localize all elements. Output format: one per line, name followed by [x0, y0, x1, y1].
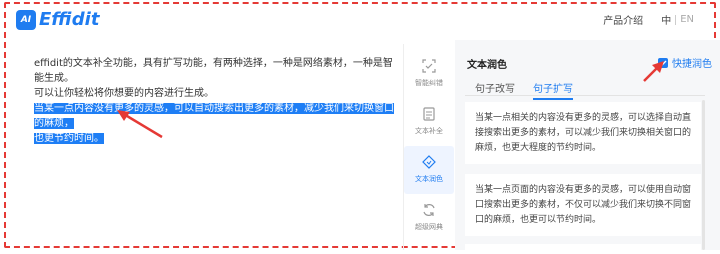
- tab-rewrite[interactable]: 句子改写: [475, 80, 515, 100]
- quick-polish-toggle[interactable]: 快捷润色: [658, 55, 712, 70]
- tool-text-complete[interactable]: 文本补全: [404, 98, 454, 146]
- tool-smart-correct[interactable]: 智能纠错: [404, 50, 454, 98]
- lang-divider: [675, 14, 677, 25]
- refresh-icon: [420, 202, 438, 218]
- lang-zh-button[interactable]: 中: [661, 12, 671, 27]
- top-nav: 产品介绍 中 EN: [587, 12, 694, 27]
- scan-check-icon: [420, 58, 438, 74]
- logo-badge: AI: [16, 9, 36, 30]
- polish-panel: 文本润色 快捷润色 句子改写 句子扩写 当某一点相关的内容没有更多的灵感，可以选…: [455, 40, 720, 254]
- logo[interactable]: AI Effidit: [16, 9, 99, 30]
- text-editor[interactable]: effidit的文本补全功能，具有扩写功能，有两种选择，一种是网络素材，一种是智…: [34, 56, 394, 146]
- tool-sidebar: 智能纠错 文本补全 文本润色 超级网典: [404, 50, 454, 242]
- top-header: AI Effidit 产品介绍 中 EN: [0, 0, 720, 38]
- tool-label: 超级网典: [415, 223, 443, 231]
- selected-text: 也更节约时间。: [34, 133, 104, 144]
- nav-product-intro[interactable]: 产品介绍: [603, 12, 643, 27]
- editor-line: 可以让你轻松将你想要的内容进行生成。: [34, 88, 214, 99]
- result-card[interactable]: 当某一点页面的内容没有更多的灵感，可以使用自动窗口搜索出更多的素材，不仅可以减少…: [465, 174, 701, 236]
- editor-line: effidit的文本补全功能，具有扩写功能，有两种选择，一种是网络素材，一种是智…: [34, 58, 393, 84]
- shield-diamond-icon: [420, 154, 438, 170]
- tool-text-polish[interactable]: 文本润色: [404, 146, 454, 194]
- document-icon: [420, 106, 438, 122]
- result-card[interactable]: 当某一点相关的内容没有更多的灵感，可以选择自动直接搜索出更多的素材，可以减少我们…: [465, 102, 701, 164]
- result-card[interactable]: [465, 244, 701, 254]
- tool-label: 文本补全: [415, 127, 443, 135]
- panel-tabs: 句子改写 句子扩写: [475, 80, 591, 100]
- checkbox-checked-icon[interactable]: [658, 57, 668, 68]
- lang-en-button[interactable]: EN: [680, 14, 694, 25]
- scrollbar[interactable]: [702, 100, 705, 250]
- result-text: 当某一点页面的内容没有更多的灵感，可以使用自动窗口搜索出更多的素材，不仅可以减少…: [475, 185, 692, 225]
- selected-text: 当某一点内容没有更多的灵感，可以自动搜索出更多的素材，减少我们来切换窗口的麻烦，: [34, 103, 394, 129]
- tab-expand[interactable]: 句子扩写: [533, 80, 573, 100]
- tab-underline-divider: [465, 95, 705, 96]
- tool-label: 文本润色: [415, 175, 443, 183]
- panel-title: 文本润色: [467, 60, 507, 71]
- quick-polish-label: 快捷润色: [672, 59, 712, 70]
- result-text: 当某一点相关的内容没有更多的灵感，可以选择自动直接搜索出更多的素材，可以减少我们…: [475, 113, 692, 153]
- tool-label: 智能纠错: [415, 79, 443, 87]
- logo-text: Effidit: [39, 9, 100, 30]
- tool-super-dict[interactable]: 超级网典: [404, 194, 454, 242]
